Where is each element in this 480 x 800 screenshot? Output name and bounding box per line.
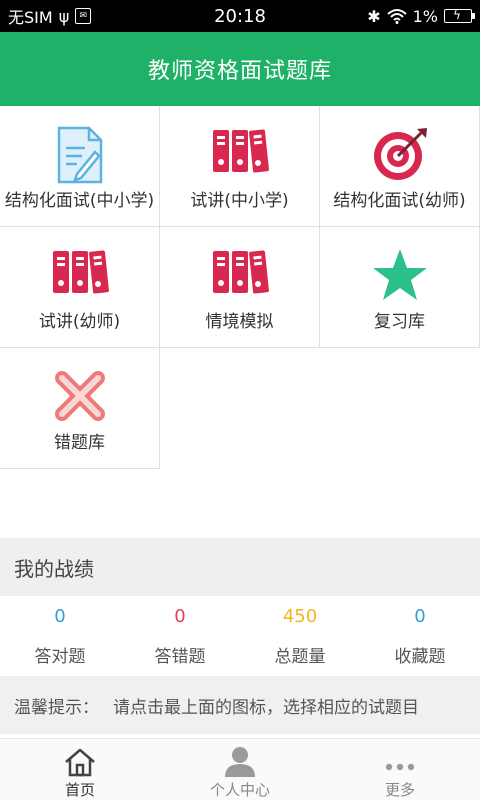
tip-text: 请点击最上面的图标，选择相应的试题目 [113,697,419,718]
stat-value: 450 [282,606,318,627]
title-bar: 教师资格面试题库 [0,32,480,106]
bottom-nav: 首页 个人中心 更多 [0,738,480,800]
grid-item-label: 结构化面试(中小学) [4,191,155,211]
nav-more[interactable]: 更多 [320,739,480,800]
grid-item-lecture-k12[interactable]: 试讲(中小学) [160,106,320,227]
wifi-icon [386,9,407,24]
nav-profile[interactable]: 个人中心 [160,739,320,800]
document-icon [57,126,102,184]
carrier-label: 无SIM [8,8,53,27]
status-bar: 无SIM ψ ✉ 20:18 ✱ 1% ϟ [0,0,480,32]
tip-prefix: 温馨提示： [14,697,99,718]
stat-value: 0 [54,606,66,627]
nav-label: 更多 [384,781,415,799]
page-title: 教师资格面试题库 [147,59,332,84]
stat-wrong[interactable]: 0 答错题 [120,596,240,674]
usb-icon: ψ [58,6,70,26]
grid-item-review[interactable]: 复习库 [320,227,480,348]
binders-icon [52,250,109,294]
nav-label: 个人中心 [209,781,270,799]
grid-item-label: 复习库 [374,312,425,332]
grid-item-label: 试讲(幼师) [38,312,121,332]
battery-icon: ϟ [444,8,475,23]
bluetooth-icon: ✱ [367,6,381,26]
stat-favorite[interactable]: 0 收藏题 [360,596,480,674]
nav-home[interactable]: 首页 [0,739,160,800]
stat-label: 总题量 [274,647,326,667]
stat-value: 0 [174,606,186,627]
grid-item-wrong[interactable]: 错题库 [0,348,160,469]
category-grid: 结构化面试(中小学) 试讲(中小学) 结构化面试(幼师) 试讲(幼师) 情境模拟… [0,106,480,470]
nav-label: 首页 [64,781,95,799]
more-icon [385,763,415,771]
record-title: 我的战绩 [14,556,94,581]
star-icon [372,249,427,300]
notification-icon: ✉ [75,8,92,24]
grid-item-label: 情境模拟 [205,312,274,332]
grid-item-label: 结构化面试(幼师) [333,191,466,211]
grid-item-lecture-preschool[interactable]: 试讲(幼师) [0,227,160,348]
stat-total[interactable]: 450 总题量 [240,596,360,674]
target-icon [373,128,427,180]
stats-row: 0 答对题 0 答错题 450 总题量 0 收藏题 [0,596,480,674]
grid-item-structured-k12[interactable]: 结构化面试(中小学) [0,106,160,227]
stat-label: 答对题 [34,647,86,667]
home-icon [65,748,95,777]
grid-item-structured-preschool[interactable]: 结构化面试(幼师) [320,106,480,227]
battery-percent: 1% [412,6,438,26]
stat-value: 0 [414,606,426,627]
stat-label: 收藏题 [394,647,446,667]
binders-icon [212,250,269,294]
stat-correct[interactable]: 0 答对题 [0,596,120,674]
tip-bar: 温馨提示： 请点击最上面的图标，选择相应的试题目 [0,676,480,734]
record-header: 我的战绩 [0,538,480,596]
stat-label: 答错题 [154,647,206,667]
grid-item-situation[interactable]: 情境模拟 [160,227,320,348]
grid-item-label: 试讲(中小学) [190,191,289,211]
grid-item-label: 错题库 [54,433,105,453]
binders-icon [212,129,269,173]
user-icon [225,747,255,777]
cross-icon [54,371,105,421]
